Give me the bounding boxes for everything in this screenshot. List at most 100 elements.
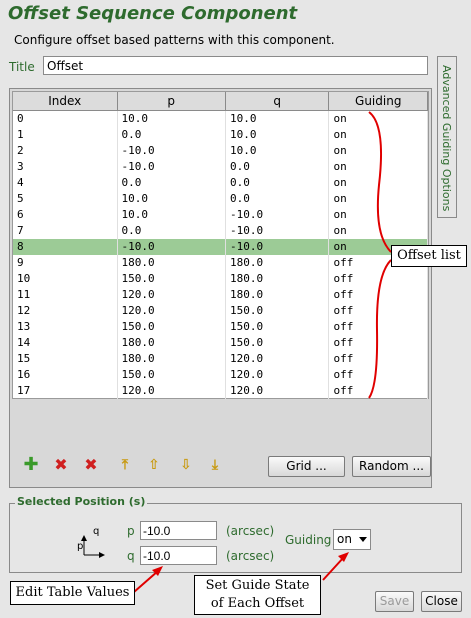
table-row[interactable]: 2 -10.0 10.0 on [13, 143, 428, 159]
cell-guiding[interactable]: on [329, 191, 428, 207]
cell-guiding[interactable]: on [329, 175, 428, 191]
cell-p[interactable]: 10.0 [118, 111, 226, 127]
cell-index[interactable]: 0 [13, 111, 118, 127]
cell-index[interactable]: 16 [13, 367, 118, 383]
cell-q[interactable]: -10.0 [226, 207, 330, 223]
cell-guiding[interactable]: off [329, 383, 428, 399]
advanced-guiding-options-tab[interactable]: Advanced Guiding Options [437, 56, 457, 218]
cell-index[interactable]: 10 [13, 271, 118, 287]
cell-index[interactable]: 8 [13, 239, 118, 255]
save-button[interactable]: Save [375, 591, 414, 612]
p-input[interactable] [140, 521, 217, 540]
cell-p[interactable]: 150.0 [118, 319, 226, 335]
move-down-icon[interactable]: ⇩ [178, 457, 194, 473]
cell-index[interactable]: 17 [13, 383, 118, 399]
cell-guiding[interactable]: off [329, 367, 428, 383]
cell-index[interactable]: 1 [13, 127, 118, 143]
table-row[interactable]: 17 120.0 120.0 off [13, 383, 428, 399]
cell-index[interactable]: 6 [13, 207, 118, 223]
cell-q[interactable]: 0.0 [226, 159, 330, 175]
column-header-guiding[interactable]: Guiding [329, 92, 429, 110]
cell-guiding[interactable]: on [329, 111, 428, 127]
cell-p[interactable]: 120.0 [118, 383, 226, 399]
cell-p[interactable]: 120.0 [118, 287, 226, 303]
grid-button[interactable]: Grid ... [268, 456, 345, 477]
table-row[interactable]: 15 180.0 120.0 off [13, 351, 428, 367]
cell-q[interactable]: 180.0 [226, 271, 330, 287]
cell-guiding[interactable]: on [329, 127, 428, 143]
table-row[interactable]: 9 180.0 180.0 off [13, 255, 428, 271]
table-row[interactable]: 13 150.0 150.0 off [13, 319, 428, 335]
cell-index[interactable]: 3 [13, 159, 118, 175]
column-header-q[interactable]: q [226, 92, 330, 110]
cell-guiding[interactable]: on [329, 159, 428, 175]
table-row[interactable]: 0 10.0 10.0 on [13, 111, 428, 127]
table-row[interactable]: 5 10.0 0.0 on [13, 191, 428, 207]
table-row[interactable]: 6 10.0 -10.0 on [13, 207, 428, 223]
table-row[interactable]: 12 120.0 150.0 off [13, 303, 428, 319]
cell-q[interactable]: 180.0 [226, 287, 330, 303]
cell-p[interactable]: 10.0 [118, 207, 226, 223]
cell-p[interactable]: 0.0 [118, 175, 226, 191]
cell-guiding[interactable]: off [329, 351, 428, 367]
cell-p[interactable]: 180.0 [118, 255, 226, 271]
q-input[interactable] [140, 546, 217, 565]
cell-guiding[interactable]: on [329, 207, 428, 223]
cell-p[interactable]: 180.0 [118, 335, 226, 351]
cell-q[interactable]: 150.0 [226, 335, 330, 351]
table-row[interactable]: 16 150.0 120.0 off [13, 367, 428, 383]
cell-p[interactable]: 150.0 [118, 271, 226, 287]
cell-q[interactable]: 0.0 [226, 175, 330, 191]
title-input[interactable] [43, 56, 428, 75]
cell-q[interactable]: 0.0 [226, 191, 330, 207]
column-header-p[interactable]: p [118, 92, 226, 110]
add-icon[interactable]: ✚ [23, 456, 39, 474]
cell-p[interactable]: -10.0 [118, 143, 226, 159]
move-up-icon[interactable]: ⇧ [146, 457, 162, 473]
cell-index[interactable]: 13 [13, 319, 118, 335]
cell-index[interactable]: 12 [13, 303, 118, 319]
table-row[interactable]: 4 0.0 0.0 on [13, 175, 428, 191]
cell-q[interactable]: -10.0 [226, 239, 330, 255]
cell-index[interactable]: 9 [13, 255, 118, 271]
table-row[interactable]: 8 -10.0 -10.0 on [13, 239, 428, 255]
table-row[interactable]: 10 150.0 180.0 off [13, 271, 428, 287]
table-row[interactable]: 11 120.0 180.0 off [13, 287, 428, 303]
cell-index[interactable]: 2 [13, 143, 118, 159]
cell-q[interactable]: 10.0 [226, 127, 330, 143]
cell-index[interactable]: 5 [13, 191, 118, 207]
close-button[interactable]: Close [421, 591, 462, 612]
cell-guiding[interactable]: off [329, 287, 428, 303]
cell-q[interactable]: 10.0 [226, 143, 330, 159]
table-row[interactable]: 7 0.0 -10.0 on [13, 223, 428, 239]
random-button[interactable]: Random ... [352, 456, 431, 477]
cell-p[interactable]: -10.0 [118, 159, 226, 175]
cell-p[interactable]: 0.0 [118, 223, 226, 239]
cell-q[interactable]: 150.0 [226, 303, 330, 319]
cell-index[interactable]: 15 [13, 351, 118, 367]
move-to-top-icon[interactable]: ⤒ [117, 457, 133, 473]
cell-p[interactable]: -10.0 [118, 239, 226, 255]
cell-p[interactable]: 10.0 [118, 191, 226, 207]
remove-icon[interactable]: ✖ [53, 457, 69, 473]
remove-all-icon[interactable]: ✖ [83, 457, 99, 473]
table-row[interactable]: 1 0.0 10.0 on [13, 127, 428, 143]
guiding-select[interactable]: on [333, 529, 371, 550]
cell-q[interactable]: 120.0 [226, 367, 330, 383]
table-row[interactable]: 3 -10.0 0.0 on [13, 159, 428, 175]
cell-q[interactable]: 10.0 [226, 111, 330, 127]
cell-index[interactable]: 11 [13, 287, 118, 303]
cell-guiding[interactable]: off [329, 335, 428, 351]
cell-q[interactable]: 150.0 [226, 319, 330, 335]
cell-index[interactable]: 4 [13, 175, 118, 191]
cell-index[interactable]: 7 [13, 223, 118, 239]
offset-table[interactable]: Index p q Guiding 0 10.0 10.0 on 1 0.0 10.0 on 2… [12, 91, 429, 399]
cell-guiding[interactable]: on [329, 223, 428, 239]
cell-q[interactable]: 120.0 [226, 351, 330, 367]
cell-guiding[interactable]: on [329, 143, 428, 159]
cell-p[interactable]: 180.0 [118, 351, 226, 367]
cell-index[interactable]: 14 [13, 335, 118, 351]
cell-guiding[interactable]: off [329, 271, 428, 287]
cell-p[interactable]: 150.0 [118, 367, 226, 383]
cell-guiding[interactable]: off [329, 303, 428, 319]
